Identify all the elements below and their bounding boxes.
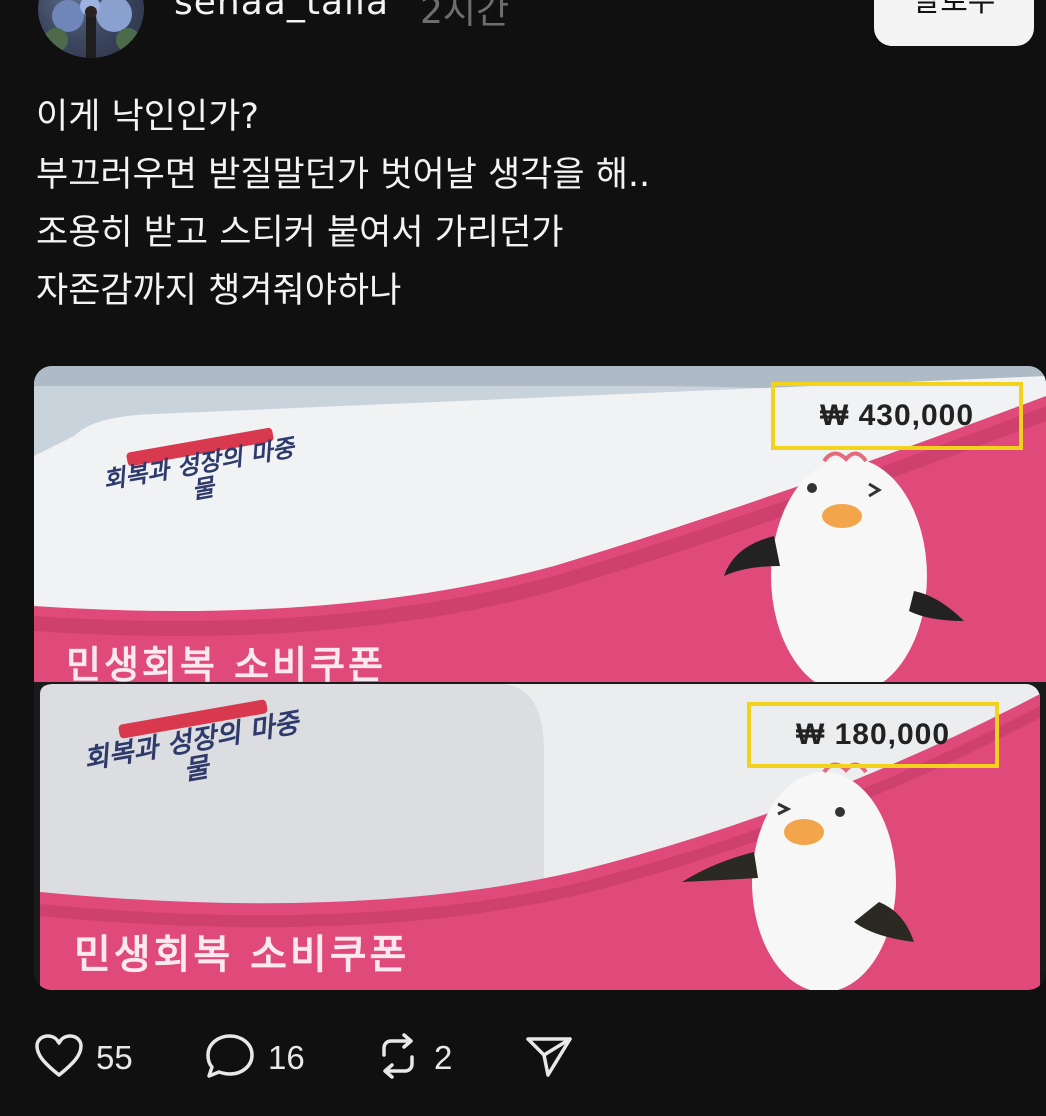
action-bar: 55 16 2 (34, 1028, 734, 1088)
price-highlight: ₩ 180,000 (747, 702, 999, 768)
coupon-card-top: 회복과 성장의 마중물 ₩ 430,000 민생회복 소비쿠폰 (34, 366, 1046, 682)
repost-icon (374, 1033, 422, 1083)
username[interactable]: sehaa_talla (174, 0, 389, 23)
post-line: 이게 낙인인가? (36, 97, 259, 137)
speech-bubble-icon (204, 1032, 256, 1084)
reply-count: 16 (268, 1039, 305, 1076)
reply-button[interactable]: 16 (204, 1028, 305, 1088)
avatar[interactable] (38, 0, 144, 58)
post-line: 자존감까지 챙겨줘야하나 (36, 271, 402, 311)
repost-button[interactable]: 2 (374, 1028, 452, 1088)
coupon-card-bottom: 회복과 성장의 마중물 ₩ 180,000 민생회복 소비쿠폰 (34, 682, 1046, 990)
repost-count: 2 (434, 1039, 453, 1076)
coupon-title: 민생회복 소비쿠폰 (66, 643, 386, 682)
share-button[interactable] (524, 1028, 574, 1088)
post-header: sehaa_talla 2시간 팔로우 (0, 0, 1046, 70)
timestamp: 2시간 (420, 0, 510, 32)
send-icon (524, 1033, 574, 1083)
post-image[interactable]: 회복과 성장의 마중물 ₩ 430,000 민생회복 소비쿠폰 회복과 성장의 … (34, 366, 1046, 990)
like-count: 55 (96, 1039, 133, 1076)
post-body: 이게 낙인인가? 부끄러우면 받질말던가 벗어날 생각을 해.. 조용히 받고 … (36, 88, 1016, 320)
follow-button[interactable]: 팔로우 (874, 0, 1034, 46)
price-highlight: ₩ 430,000 (771, 382, 1023, 450)
post-line: 부끄러우면 받질말던가 벗어날 생각을 해.. (36, 155, 651, 195)
like-button[interactable]: 55 (34, 1028, 133, 1088)
heart-icon (34, 1033, 84, 1083)
coupon-title: 민생회복 소비쿠폰 (74, 932, 410, 978)
post-line: 조용히 받고 스티커 붙여서 가리던가 (36, 213, 564, 253)
